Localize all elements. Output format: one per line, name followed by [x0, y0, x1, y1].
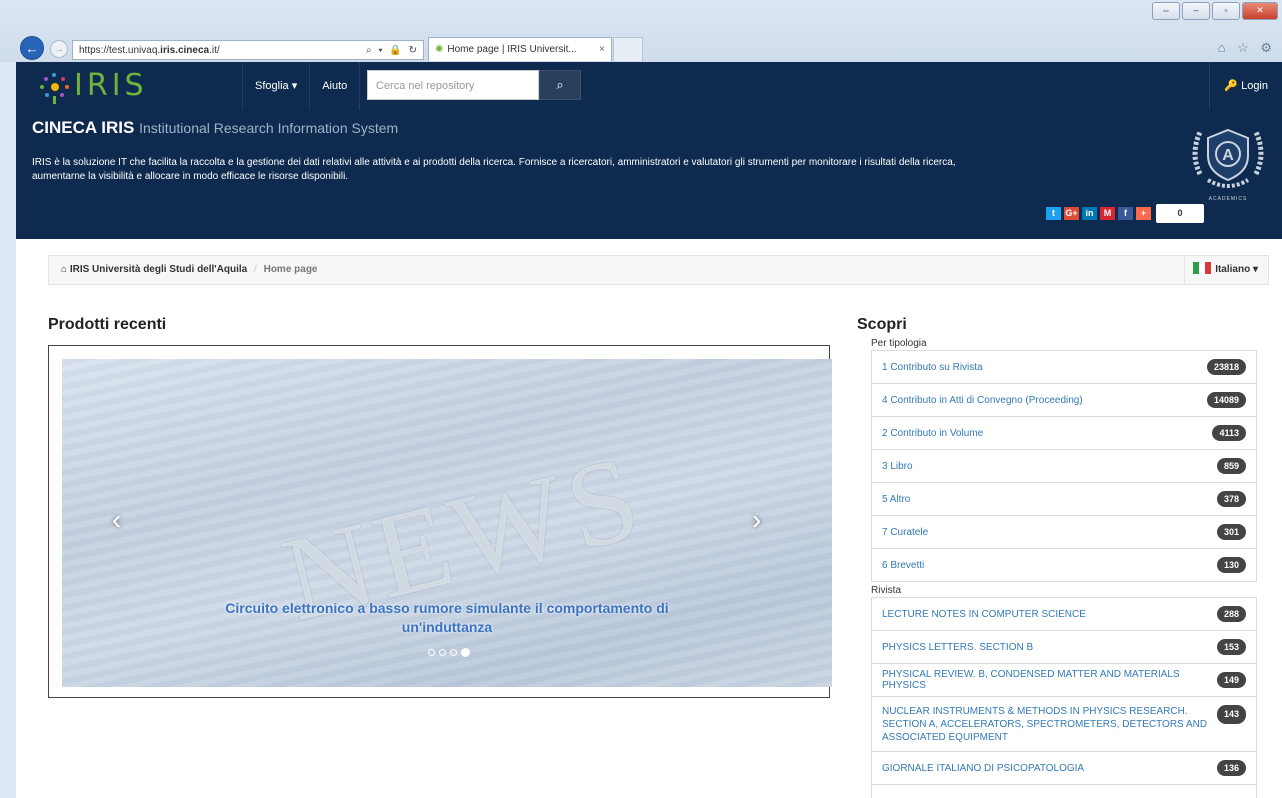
list-item[interactable]: 5 Altro 378	[872, 483, 1256, 516]
list-item[interactable]: PHYSICS LETTERS. SECTION B 153	[872, 631, 1256, 664]
list-item[interactable]: NUCLEAR INSTRUMENTS & METHODS IN PHYSICS…	[872, 697, 1256, 752]
by-type-label: Per tipologia	[871, 338, 927, 349]
type-list: 1 Contributo su Rivista 23818 4 Contribut…	[871, 350, 1257, 582]
list-item[interactable]: 7 Curatele 301	[872, 516, 1256, 549]
hero-description: IRIS è la soluzione IT che facilita la r…	[32, 157, 956, 182]
list-item[interactable]: GIORNALE ITALIANO DI PSICOPATOLOGIA 136	[872, 752, 1256, 785]
recent-products-carousel: NEWS ‹ › Circuito elettronico a basso ru…	[48, 345, 832, 698]
carousel-prev-icon[interactable]: ‹	[112, 504, 121, 536]
back-button[interactable]: ←	[20, 36, 44, 60]
share-count: 0	[1156, 204, 1204, 223]
carousel-indicators	[428, 648, 470, 657]
forward-button[interactable]: →	[50, 40, 68, 58]
list-item[interactable]: PHYSICAL REVIEW. B, CONDENSED MATTER AND…	[872, 664, 1256, 697]
login-label: Login	[1241, 80, 1268, 92]
journal-list: LECTURE NOTES IN COMPUTER SCIENCE 288 PHY…	[871, 597, 1257, 798]
address-url: https://test.univaq.iris.cineca.it/	[79, 44, 220, 56]
carousel-next-icon[interactable]: ›	[752, 504, 761, 536]
list-item[interactable]: 1 Contributo su Rivista 23818	[872, 351, 1256, 384]
window-controls: ⇔ – ▫ ✕	[1152, 2, 1278, 20]
social-share-bar: t G+ in M f + 0	[1046, 204, 1204, 223]
carousel-slide[interactable]: NEWS ‹ › Circuito elettronico a basso ru…	[62, 359, 832, 687]
language-label: Italiano ▾	[1215, 264, 1258, 275]
main-nav: Sfoglia ▾ Aiuto	[242, 62, 361, 110]
web-page: IRIS Sfoglia ▾ Aiuto Cerca nel repositor…	[16, 62, 1282, 798]
breadcrumb-separator: /	[254, 264, 257, 275]
list-item[interactable]: 4 Contributo in Atti di Convegno (Procee…	[872, 384, 1256, 417]
browser-tab[interactable]: ✺ Home page | IRIS Universit... ×	[428, 37, 612, 61]
hero-title: CINECA IRIS Institutional Research Infor…	[32, 118, 399, 137]
svg-text:A: A	[1222, 147, 1234, 164]
top-navbar: IRIS Sfoglia ▾ Aiuto Cerca nel repositor…	[16, 62, 1282, 110]
address-bar[interactable]: https://test.univaq.iris.cineca.it/ ⌕ ▾ …	[72, 40, 424, 60]
list-item[interactable]: 3 Libro 859	[872, 450, 1256, 483]
tab-close-icon[interactable]: ×	[599, 44, 605, 55]
carousel-dot[interactable]	[439, 649, 446, 656]
academics-badge-icon: A ACADEMICS	[1186, 114, 1270, 206]
carousel-dot[interactable]	[450, 649, 457, 656]
close-window-button[interactable]: ✕	[1242, 2, 1278, 20]
hero-banner: CINECA IRIS Institutional Research Infor…	[16, 110, 1282, 239]
language-selector[interactable]: Italiano ▾	[1184, 256, 1268, 284]
italy-flag-icon	[1193, 262, 1212, 274]
linkedin-icon[interactable]: in	[1082, 207, 1097, 220]
journal-label: Rivista	[871, 585, 902, 596]
nav-browse[interactable]: Sfoglia ▾	[243, 62, 311, 110]
list-item[interactable]: 6 Brevetti 130	[872, 549, 1256, 582]
list-item[interactable]	[872, 785, 1256, 798]
search-icon: ⌕	[556, 77, 564, 92]
google-plus-icon[interactable]: G+	[1064, 207, 1079, 220]
addthis-icon[interactable]: +	[1136, 207, 1151, 220]
new-tab-button[interactable]	[613, 37, 643, 61]
favicon-icon: ✺	[435, 44, 444, 55]
breadcrumb: ⌂ IRIS Università degli Studi dell'Aquil…	[48, 255, 1269, 285]
list-item[interactable]: LECTURE NOTES IN COMPUTER SCIENCE 288	[872, 598, 1256, 631]
key-icon: 🔑	[1224, 80, 1239, 92]
tab-title: Home page | IRIS Universit...	[447, 44, 577, 55]
carousel-dot-active[interactable]	[461, 648, 470, 657]
discover-title: Scopri	[857, 316, 907, 333]
breadcrumb-home[interactable]: IRIS Università degli Studi dell'Aquila	[70, 264, 247, 275]
search-input[interactable]: Cerca nel repository	[367, 70, 539, 100]
mendeley-icon[interactable]: M	[1100, 207, 1115, 220]
recent-products-title: Prodotti recenti	[48, 316, 167, 333]
logo-text: IRIS	[74, 68, 148, 103]
list-item[interactable]: 2 Contributo in Volume 4113	[872, 417, 1256, 450]
login-button[interactable]: 🔑 Login	[1209, 62, 1282, 110]
iris-logo[interactable]: IRIS	[34, 68, 148, 104]
facebook-icon[interactable]: f	[1118, 207, 1133, 220]
iris-logo-icon	[34, 69, 72, 104]
home-icon: ⌂	[61, 264, 68, 275]
restore-button[interactable]: ⇔	[1152, 2, 1180, 20]
breadcrumb-current: Home page	[263, 264, 318, 275]
browser-chrome: ⇔ – ▫ ✕ ← → https://test.univaq.iris.cin…	[0, 0, 1282, 62]
minimize-button[interactable]: –	[1182, 2, 1210, 20]
maximize-button[interactable]: ▫	[1212, 2, 1240, 20]
address-tools-icons[interactable]: ⌕ ▾ 🔒 ↻	[366, 45, 419, 56]
twitter-icon[interactable]: t	[1046, 207, 1061, 220]
carousel-dot[interactable]	[428, 649, 435, 656]
nav-help[interactable]: Aiuto	[310, 62, 361, 110]
browser-toolbar-icons[interactable]: ⌂ ☆ ⚙	[1218, 40, 1276, 56]
search-button[interactable]: ⌕	[539, 70, 581, 100]
slide-caption[interactable]: Circuito elettronico a basso rumore simu…	[192, 599, 702, 637]
